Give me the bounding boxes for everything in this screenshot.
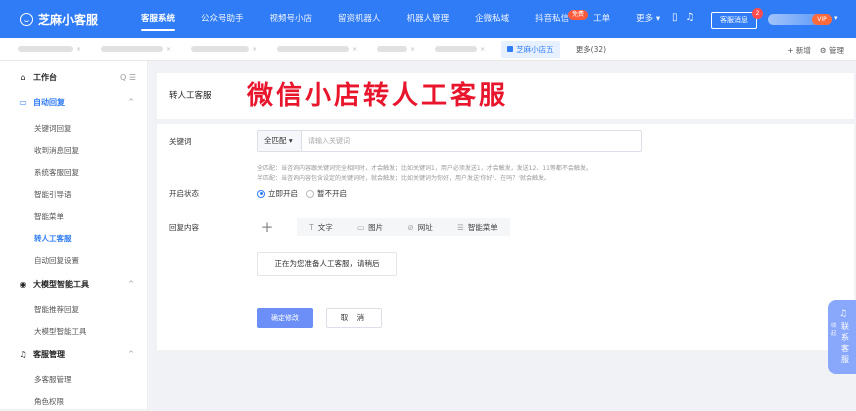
sidebar-item-role-permissions[interactable]: 角色权限 <box>0 391 148 411</box>
confirm-button[interactable]: 确定修改 <box>257 308 313 328</box>
nav-lead-bot[interactable]: 留资机器人 <box>325 0 394 38</box>
page-header: 转人工客服 微信小店转人工客服 <box>157 73 854 119</box>
tabs-more-dropdown[interactable]: 更多(32) <box>576 44 606 55</box>
sidebar: ⌂ 工作台 Q ☰ ▭ 自动回复 ^ 关键词回复 收到消息回复 系统客服回复 智能引… <box>0 61 148 409</box>
add-reply-plus-icon[interactable]: + <box>257 217 277 237</box>
keyword-label: 关键词 <box>169 137 192 146</box>
tab-blurred[interactable]: × <box>14 46 81 53</box>
menu-icon: ☰ <box>457 222 464 232</box>
overlay-caption: 微信小店转人工客服 <box>247 81 509 111</box>
logo-icon <box>20 12 33 26</box>
form-panel: 关键词 全匹配 ▾ 请输入关键词 全匹配：当咨询内容跟关键词完全相同时，才会触发… <box>157 124 854 350</box>
reply-type-image[interactable]: ▭ 图片 <box>357 222 383 233</box>
home-icon: ⌂ <box>20 72 26 82</box>
sidebar-item-message-reply[interactable]: 收到消息回复 <box>0 140 148 160</box>
contact-service-label: 联系客服 <box>841 322 849 364</box>
cancel-button[interactable]: 取 消 <box>326 308 382 328</box>
reply-content-label: 回复内容 <box>169 223 199 232</box>
sidebar-item-reply-settings[interactable]: 自动回复设置 <box>0 250 148 270</box>
free-badge: 免费 <box>568 10 589 20</box>
sidebar-item-smart-menu[interactable]: 智能菜单 <box>0 206 148 226</box>
collapse-label[interactable]: 收起 <box>831 322 838 338</box>
chat-icon: ▭ <box>19 97 27 107</box>
bell-icon[interactable]: ♫ <box>686 13 695 23</box>
page-title: 转人工客服 <box>169 91 212 101</box>
sidebar-item-guide-text[interactable]: 智能引导语 <box>0 184 148 204</box>
full-match-hint: 全匹配：当咨询内容跟关键词完全相同时，才会触发；比如关键词1，用户必须发送1，才… <box>257 165 592 172</box>
link-icon: ⊘ <box>407 222 414 232</box>
nav-bot-management[interactable]: 机器人管理 <box>394 0 463 38</box>
tab-blurred[interactable]: × <box>187 46 257 53</box>
app-logo[interactable]: 芝麻小客服 <box>0 11 128 28</box>
sidebar-group-auto-reply[interactable]: ▭ 自动回复 ^ <box>0 92 148 112</box>
radio-checked-icon <box>257 189 265 198</box>
headset-icon: ♫ <box>19 349 27 359</box>
sidebar-item-llm-tools[interactable]: 大模型智能工具 <box>0 321 148 341</box>
tab-blurred[interactable]: × <box>373 46 415 53</box>
radio-unchecked-icon <box>306 189 314 198</box>
phone-icon[interactable]: ▯ <box>672 13 678 23</box>
nav-wecom-private[interactable]: 企微私域 <box>462 0 522 38</box>
sidebar-item-system-reply[interactable]: 系统客服回复 <box>0 162 148 182</box>
sidebar-tool-icons[interactable]: Q ☰ <box>120 73 136 82</box>
status-label: 开启状态 <box>169 189 199 198</box>
sidebar-item-keyword-reply[interactable]: 关键词回复 <box>0 118 148 138</box>
sidebar-group-service-management[interactable]: ♫ 客服管理 ^ <box>0 344 148 364</box>
ai-icon: ◉ <box>19 279 27 289</box>
sidebar-group-ai-tools[interactable]: ◉ 大模型智能工具 ^ <box>0 274 148 294</box>
app-name: 芝麻小客服 <box>38 12 99 27</box>
reply-message-bubble[interactable]: 正在为您准备人工客服，请稍后 <box>257 252 397 276</box>
tab-blurred[interactable]: × <box>273 46 357 53</box>
collapse-chevron-icon[interactable]: ^ <box>128 350 134 358</box>
reply-type-smart-menu[interactable]: ☰ 智能菜单 <box>457 222 498 233</box>
nav-official-account[interactable]: 公众号助手 <box>188 0 257 38</box>
top-nav: 客服系统 公众号助手 视频号小店 留资机器人 机器人管理 企微私域 抖音私信 工… <box>128 0 673 38</box>
service-message-button[interactable]: 客服消息 <box>711 12 757 29</box>
tab-blurred[interactable]: × <box>431 46 485 53</box>
tab-blurred[interactable]: × <box>97 46 171 53</box>
user-menu-chevron-icon[interactable]: ▾ <box>834 14 838 22</box>
text-icon: T <box>309 222 314 232</box>
headset-icon: ♫ <box>839 309 848 319</box>
contact-service-float[interactable]: ♫ 收起 联系客服 <box>828 300 856 374</box>
top-bar: 芝麻小客服 客服系统 公众号助手 视频号小店 留资机器人 机器人管理 企微私域 … <box>0 0 856 38</box>
collapse-chevron-icon[interactable]: ^ <box>128 280 134 288</box>
reply-type-link[interactable]: ⊘ 网址 <box>407 222 432 233</box>
user-vip-tag: VIP <box>812 14 832 25</box>
reply-type-toolbar: T 文字 ▭ 图片 ⊘ 网址 ☰ 智能菜单 <box>297 218 510 236</box>
sidebar-item-multi-agent[interactable]: 多客服管理 <box>0 369 148 389</box>
sidebar-item-smart-recommend[interactable]: 智能推荐回复 <box>0 299 148 319</box>
reply-type-text[interactable]: T 文字 <box>309 222 333 233</box>
sidebar-item-workbench[interactable]: ⌂ 工作台 Q ☰ <box>0 67 148 87</box>
keyword-field: 全匹配 ▾ 请输入关键词 <box>257 130 642 152</box>
add-tab-button[interactable]: + 新增 <box>787 45 811 56</box>
keyword-input[interactable]: 请输入关键词 <box>308 131 350 151</box>
nav-more[interactable]: 更多 ▾ <box>623 0 673 38</box>
message-count-badge: 2 <box>752 8 763 19</box>
status-off-radio[interactable]: 暂不开启 <box>306 188 347 199</box>
status-on-radio[interactable]: 立即开启 <box>257 188 298 199</box>
manage-tabs-button[interactable]: ⚙ 管理 <box>820 45 844 56</box>
nav-customer-service[interactable]: 客服系统 <box>128 0 188 38</box>
nav-video-shop[interactable]: 视频号小店 <box>257 0 326 38</box>
nav-douyin-dm[interactable]: 抖音私信 <box>522 0 571 38</box>
tab-active-shop[interactable]: 芝麻小店五 <box>501 40 560 58</box>
collapse-chevron-icon[interactable]: ^ <box>128 98 134 106</box>
image-icon: ▭ <box>357 222 365 232</box>
tab-square-icon <box>507 46 514 52</box>
open-tabs-bar: × × × × × × 芝麻小店五 更多(32) + 新增 ⚙ 管理 <box>0 38 856 61</box>
match-type-select[interactable]: 全匹配 ▾ <box>258 131 302 151</box>
sidebar-item-human-agent[interactable]: 转人工客服 <box>0 228 148 248</box>
partial-match-hint: 半匹配：当咨询内容包含设定的关键词时，就会触发；比如关键词为你好，用户发送'你好… <box>257 175 550 182</box>
